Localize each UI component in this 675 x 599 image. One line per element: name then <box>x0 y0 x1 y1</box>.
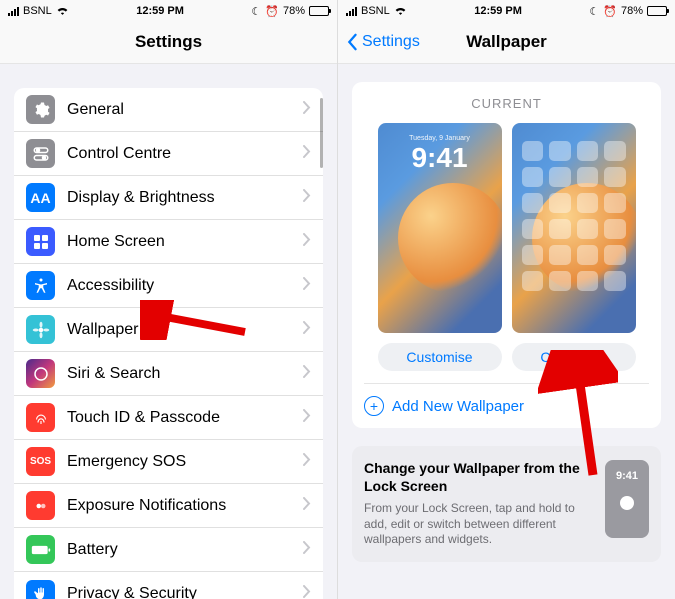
row-label: Touch ID & Passcode <box>67 409 303 427</box>
add-wallpaper-button[interactable]: + Add New Wallpaper <box>364 396 649 416</box>
chevron-right-icon <box>303 233 311 251</box>
chevron-right-icon <box>303 101 311 119</box>
dnd-icon: ☾ <box>589 5 599 18</box>
chevron-right-icon <box>303 497 311 515</box>
siri-icon <box>26 359 55 388</box>
homescreen-preview[interactable] <box>512 123 636 333</box>
gear-icon <box>26 95 55 124</box>
current-label: CURRENT <box>364 96 649 111</box>
status-bar: BSNL 12:59 PM ☾ ⏰ 78% <box>0 0 337 20</box>
row-label: Home Screen <box>67 233 303 251</box>
row-accessibility[interactable]: Accessibility <box>14 264 323 308</box>
add-label: Add New Wallpaper <box>392 398 524 415</box>
chevron-right-icon <box>303 189 311 207</box>
row-siri[interactable]: Siri & Search <box>14 352 323 396</box>
battery-icon <box>26 535 55 564</box>
row-label: Privacy & Security <box>67 585 303 599</box>
battery-pct: 78% <box>621 5 643 17</box>
clock-label: 12:59 PM <box>136 5 184 17</box>
settings-list: General Control Centre AA Display & Brig… <box>14 88 323 599</box>
row-home-screen[interactable]: Home Screen <box>14 220 323 264</box>
exposure-icon <box>26 491 55 520</box>
battery-icon <box>647 6 667 16</box>
grid-icon <box>26 227 55 256</box>
row-label: Display & Brightness <box>67 189 303 207</box>
chevron-right-icon <box>303 409 311 427</box>
row-battery[interactable]: Battery <box>14 528 323 572</box>
row-touchid[interactable]: Touch ID & Passcode <box>14 396 323 440</box>
text-size-icon: AA <box>26 183 55 212</box>
row-label: Control Centre <box>67 145 303 163</box>
row-sos[interactable]: SOS Emergency SOS <box>14 440 323 484</box>
customise-lock-button[interactable]: Customise <box>378 343 502 371</box>
sos-icon: SOS <box>26 447 55 476</box>
customise-home-button[interactable]: Customise <box>512 343 636 371</box>
lock-time: 9:41 <box>378 144 502 172</box>
signal-icon <box>8 7 19 16</box>
scrollbar[interactable] <box>320 98 323 168</box>
carrier-label: BSNL <box>23 5 52 17</box>
switches-icon <box>26 139 55 168</box>
back-button[interactable]: Settings <box>346 33 420 51</box>
page-title: Wallpaper <box>466 32 547 52</box>
dnd-icon: ☾ <box>251 5 261 18</box>
wifi-icon <box>56 5 69 18</box>
chevron-right-icon <box>303 541 311 559</box>
row-exposure[interactable]: Exposure Notifications <box>14 484 323 528</box>
navbar: Settings Wallpaper <box>338 20 675 64</box>
row-display[interactable]: AA Display & Brightness <box>14 176 323 220</box>
row-privacy[interactable]: Privacy & Security <box>14 572 323 599</box>
clock-label: 12:59 PM <box>474 5 522 17</box>
current-card: CURRENT Tuesday, 9 January 9:41 <box>352 82 661 428</box>
chevron-right-icon <box>303 321 311 339</box>
row-label: Battery <box>67 541 303 559</box>
row-label: Emergency SOS <box>67 453 303 471</box>
phone-wallpaper: BSNL 12:59 PM ☾ ⏰ 78% Settings Wallpaper… <box>338 0 675 599</box>
hand-icon <box>26 580 55 599</box>
plus-icon: + <box>364 396 384 416</box>
chevron-right-icon <box>303 365 311 383</box>
app-grid-icon <box>522 141 626 313</box>
wifi-icon <box>394 5 407 18</box>
back-label: Settings <box>362 33 420 51</box>
row-label: General <box>67 101 303 119</box>
chevron-right-icon <box>303 145 311 163</box>
page-title: Settings <box>135 32 202 52</box>
battery-pct: 78% <box>283 5 305 17</box>
row-control-centre[interactable]: Control Centre <box>14 132 323 176</box>
chevron-right-icon <box>303 453 311 471</box>
accessibility-icon <box>26 271 55 300</box>
alarm-icon: ⏰ <box>603 5 617 18</box>
carrier-label: BSNL <box>361 5 390 17</box>
row-label: Siri & Search <box>67 365 303 383</box>
status-bar: BSNL 12:59 PM ☾ ⏰ 78% <box>338 0 675 20</box>
row-general[interactable]: General <box>14 88 323 132</box>
lockscreen-preview[interactable]: Tuesday, 9 January 9:41 <box>378 123 502 333</box>
divider <box>364 383 649 384</box>
battery-icon <box>309 6 329 16</box>
mini-lock-icon: 9:41 <box>605 460 649 538</box>
chevron-right-icon <box>303 585 311 599</box>
row-label: Wallpaper <box>67 321 303 339</box>
row-wallpaper[interactable]: Wallpaper <box>14 308 323 352</box>
signal-icon <box>346 7 357 16</box>
flower-icon <box>26 315 55 344</box>
row-label: Accessibility <box>67 277 303 295</box>
row-label: Exposure Notifications <box>67 497 303 515</box>
info-body: From your Lock Screen, tap and hold to a… <box>364 501 593 548</box>
lock-date: Tuesday, 9 January <box>378 135 502 142</box>
info-card: Change your Wallpaper from the Lock Scre… <box>352 446 661 562</box>
chevron-right-icon <box>303 277 311 295</box>
alarm-icon: ⏰ <box>265 5 279 18</box>
fingerprint-icon <box>26 403 55 432</box>
info-title: Change your Wallpaper from the Lock Scre… <box>364 460 593 495</box>
mini-time: 9:41 <box>616 470 638 482</box>
navbar: Settings <box>0 20 337 64</box>
phone-settings: BSNL 12:59 PM ☾ ⏰ 78% Settings General C… <box>0 0 338 599</box>
